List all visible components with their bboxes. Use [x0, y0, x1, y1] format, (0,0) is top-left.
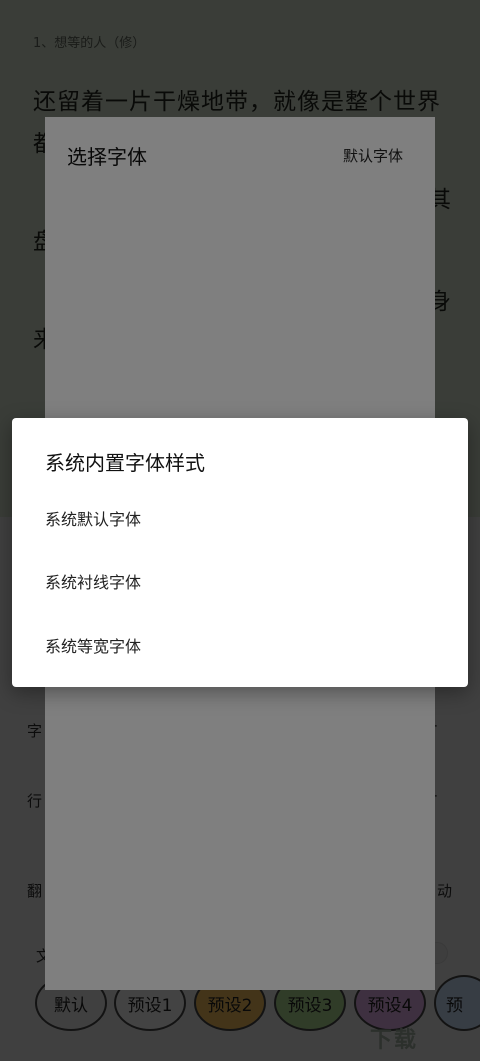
option-system-default-font[interactable]: 系统默认字体 — [12, 488, 468, 548]
system-font-dialog: 系统内置字体样式 系统默认字体 系统衬线字体 系统等宽字体 — [12, 418, 468, 687]
option-system-serif-font[interactable]: 系统衬线字体 — [12, 551, 468, 611]
option-system-monospace-font[interactable]: 系统等宽字体 — [12, 615, 468, 675]
dialog-title: 系统内置字体样式 — [45, 451, 205, 475]
